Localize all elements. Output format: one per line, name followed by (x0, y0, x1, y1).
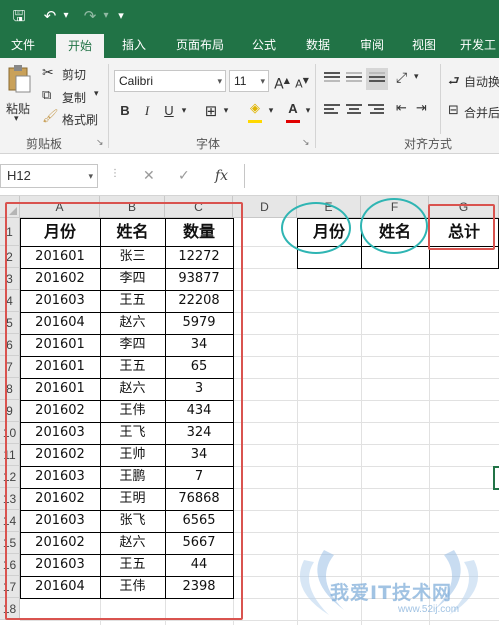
copy-icon: ⧉ (42, 88, 52, 103)
font-name-select[interactable]: Calibri ▾ (114, 70, 226, 92)
align-middle-icon[interactable] (346, 72, 362, 86)
orientation-icon[interactable]: ⤢ (396, 70, 407, 86)
annotation-circle-month (281, 202, 351, 254)
align-bottom-button[interactable] (366, 68, 388, 90)
grow-font-icon: A (274, 76, 284, 93)
scissors-icon: ✂ (42, 65, 54, 81)
name-box[interactable]: H12 ▾ (0, 164, 98, 188)
cut-label: 剪切 (62, 68, 87, 82)
font-group-label: 字体 (196, 137, 221, 151)
merge-center-button[interactable]: ⊟ 合并后 (448, 103, 499, 121)
formula-bar-grip-icon: ⋮ (110, 168, 120, 179)
tab-formulas[interactable]: 公式 (240, 32, 288, 58)
font-launcher-icon[interactable]: ↘ (302, 138, 310, 148)
font-color-dropdown-icon[interactable]: ▾ (302, 100, 314, 122)
undo-dropdown-icon[interactable]: ▾ (60, 6, 72, 26)
formula-bar: H12 ▾ ⋮ ✕ ✓ fx (0, 154, 499, 196)
title-bar: 🖫 ↶ ▾ ↷ ▾ ▾ (0, 0, 499, 32)
wrap-text-label: 自动换 (464, 75, 499, 89)
tab-insert[interactable]: 插入 (110, 32, 158, 58)
shrink-font-icon: A (295, 77, 303, 91)
insert-function-icon[interactable]: fx (215, 168, 228, 184)
wrap-text-button[interactable]: ⮐ 自动换 (448, 72, 499, 90)
font-size-dropdown-icon: ▾ (260, 76, 265, 86)
bold-button[interactable]: B (114, 100, 136, 122)
ribbon-home: 粘贴 ▾ ✂ 剪切 ⧉ 复制 ▾ 🖌 格式刷 剪贴板 ↘ Calibri ▾ 1… (0, 58, 499, 154)
underline-button[interactable]: U (158, 100, 180, 122)
orientation-dropdown-icon[interactable]: ▾ (414, 72, 419, 82)
tab-data[interactable]: 数据 (294, 32, 342, 58)
tab-review[interactable]: 审阅 (348, 32, 396, 58)
tab-home[interactable]: 开始 (56, 34, 104, 58)
fill-color-swatch (248, 120, 262, 123)
font-color-button[interactable]: A (282, 98, 304, 120)
redo-icon[interactable]: ↷ (80, 6, 100, 26)
fill-color-button[interactable]: ◈ (244, 98, 266, 120)
indent-increase-icon[interactable]: ⇥ (416, 101, 427, 116)
clipboard-group-label: 剪贴板 (26, 137, 63, 151)
paste-dropdown-icon[interactable]: ▾ (14, 114, 19, 124)
paste-button[interactable]: 粘贴 ▾ (4, 64, 34, 126)
align-center-icon[interactable] (346, 104, 362, 118)
save-icon[interactable]: 🖫 (8, 6, 30, 26)
copy-dropdown-icon[interactable]: ▾ (94, 89, 99, 99)
enter-icon[interactable]: ✓ (178, 168, 190, 184)
ribbon-tabs: 文件 开始 插入 页面布局 公式 数据 审阅 视图 开发工 (0, 32, 499, 58)
clipboard-launcher-icon[interactable]: ↘ (96, 138, 104, 148)
fill-bucket-icon: ◈ (250, 101, 260, 116)
formula-input[interactable] (244, 164, 499, 188)
align-top-icon[interactable] (324, 72, 340, 86)
alignment-group-label: 对齐方式 (404, 137, 453, 151)
format-painter-button[interactable]: 🖌 格式刷 (42, 109, 102, 127)
table-border-line (297, 268, 499, 269)
fill-color-dropdown-icon[interactable]: ▾ (265, 100, 277, 122)
align-right-icon[interactable] (368, 104, 384, 118)
align-bottom-icon (369, 72, 385, 86)
undo-icon[interactable]: ↶ (40, 6, 60, 26)
watermark-url: www.52ij.com (398, 604, 460, 615)
copy-label: 复制 (62, 91, 87, 105)
font-name-value: Calibri (119, 74, 154, 88)
borders-dropdown-icon[interactable]: ▾ (220, 100, 232, 122)
customize-quick-access-icon[interactable]: ▾ (114, 6, 128, 26)
tab-page-layout[interactable]: 页面布局 (166, 32, 234, 58)
ribbon-separator (440, 64, 441, 134)
cancel-icon[interactable]: ✕ (143, 168, 155, 184)
merge-icon: ⊟ (448, 103, 459, 118)
format-painter-label: 格式刷 (62, 113, 99, 127)
brush-icon: 🖌 (42, 109, 59, 124)
shrink-font-button[interactable]: A▼ (291, 70, 313, 92)
font-color-swatch (286, 120, 300, 123)
font-size-value: 11 (234, 74, 247, 88)
grow-font-button[interactable]: A▲ (271, 70, 293, 93)
tab-file[interactable]: 文件 (0, 32, 46, 58)
indent-decrease-icon[interactable]: ⇤ (396, 101, 407, 116)
ribbon-separator (108, 64, 109, 148)
watermark-text: 我爱IT技术网 (330, 582, 453, 604)
merge-center-label: 合并后 (464, 106, 499, 120)
annotation-rect-source-table (5, 202, 243, 620)
font-size-select[interactable]: 11 ▾ (229, 70, 269, 92)
tab-developer[interactable]: 开发工 (454, 32, 499, 58)
paste-icon (8, 65, 31, 93)
copy-button[interactable]: ⧉ 复制 ▾ (42, 87, 104, 105)
cut-button[interactable]: ✂ 剪切 (42, 64, 92, 82)
name-box-dropdown-icon: ▾ (88, 171, 93, 181)
underline-dropdown-icon[interactable]: ▾ (178, 100, 190, 122)
name-box-value: H12 (7, 168, 31, 183)
tab-view[interactable]: 视图 (400, 32, 448, 58)
annotation-rect-total (428, 204, 495, 250)
wrap-text-icon: ⮐ (448, 74, 460, 89)
italic-button[interactable]: I (136, 100, 158, 122)
gridline-horizontal (20, 620, 499, 621)
font-name-dropdown-icon: ▾ (217, 76, 222, 86)
ribbon-separator (315, 64, 316, 148)
annotation-circle-name (360, 198, 428, 254)
redo-dropdown-icon[interactable]: ▾ (100, 6, 112, 26)
borders-button[interactable]: ⊞ (200, 100, 222, 122)
selected-cell-h12[interactable] (493, 466, 499, 490)
align-left-icon[interactable] (324, 104, 340, 118)
